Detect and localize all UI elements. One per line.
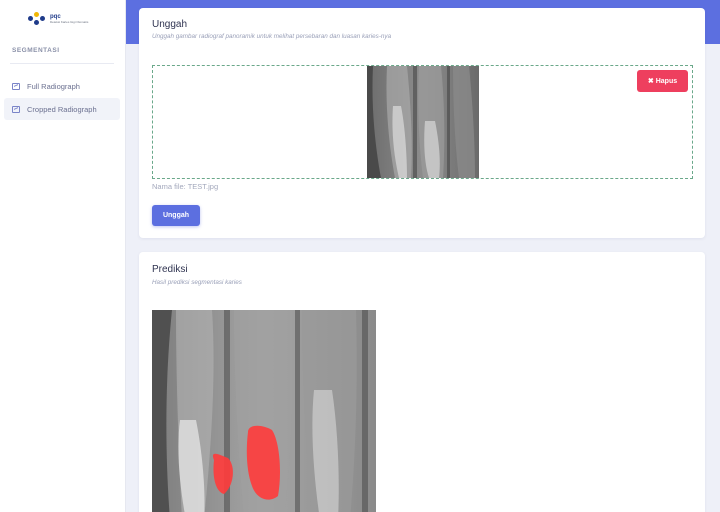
upload-title: Unggah xyxy=(152,19,188,30)
sidebar-item-cropped-radiograph[interactable]: Cropped Radiograph xyxy=(4,98,120,120)
uploaded-radiograph-preview xyxy=(367,66,479,178)
prediction-title: Prediksi xyxy=(152,264,188,275)
prediction-result-image xyxy=(152,310,376,512)
section-heading: SEGMENTASI xyxy=(12,47,60,54)
sidebar-item-label: Cropped Radiograph xyxy=(27,104,97,114)
app-logo[interactable]: pqc Deteksi Karies Gigi Otomatis xyxy=(28,10,98,28)
prediction-card: Prediksi Hasil prediksi segmentasi karie… xyxy=(139,252,705,512)
upload-dropzone[interactable]: ✖ Hapus xyxy=(152,65,693,179)
sidebar-item-full-radiograph[interactable]: Full Radiograph xyxy=(4,75,120,97)
upload-button[interactable]: Unggah xyxy=(152,205,200,226)
logo-subtitle: Deteksi Karies Gigi Otomatis xyxy=(50,20,89,24)
divider xyxy=(10,63,114,64)
prediction-subtitle: Hasil prediksi segmentasi karies xyxy=(152,279,242,286)
sidebar: pqc Deteksi Karies Gigi Otomatis SEGMENT… xyxy=(0,0,126,512)
delete-button-label: Hapus xyxy=(655,77,678,85)
upload-card: Unggah Unggah gambar radiograf panoramik… xyxy=(139,8,705,238)
file-name: Nama file: TEST.jpg xyxy=(152,182,219,191)
image-icon xyxy=(12,82,20,90)
upload-subtitle: Unggah gambar radiograf panoramik untuk … xyxy=(152,33,392,40)
sidebar-item-label: Full Radiograph xyxy=(27,81,80,91)
delete-button[interactable]: ✖ Hapus xyxy=(637,70,688,92)
logo-mark-icon xyxy=(28,12,46,26)
image-icon xyxy=(12,105,20,113)
close-icon: ✖ xyxy=(647,78,654,85)
